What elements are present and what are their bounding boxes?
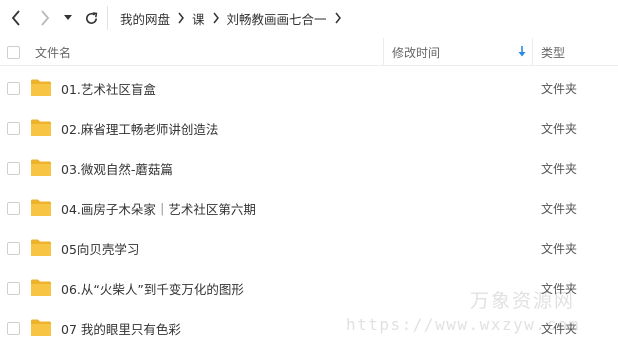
file-type: 文件夹 [541,241,578,256]
file-row[interactable]: 03.微观自然-蘑菇篇 文件夹 [0,148,618,188]
forward-button[interactable] [33,6,57,30]
breadcrumb-item-root[interactable]: 我的网盘 [120,9,170,28]
file-row[interactable]: 05向贝壳学习 文件夹 [0,228,618,268]
file-type: 文件夹 [541,121,578,136]
folder-icon [31,159,51,176]
chevron-right-icon [212,12,220,24]
file-name[interactable]: 02.麻省理工畅老师讲创造法 [61,108,218,148]
row-checkbox[interactable] [7,282,20,295]
row-checkbox[interactable] [7,82,20,95]
folder-icon [31,79,51,96]
file-name[interactable]: 01.艺术社区盲盒 [61,68,156,108]
refresh-icon [85,11,97,24]
chevron-right-icon[interactable] [334,12,342,24]
file-type: 文件夹 [541,81,578,96]
file-name[interactable]: 06.从“火柴人”到千变万化的图形 [61,268,244,308]
breadcrumb: 我的网盘 课 刘畅教画画七合一 [120,0,349,36]
column-header-modified[interactable]: 修改时间 [392,38,530,66]
refresh-button[interactable] [79,6,103,30]
file-name[interactable]: 07 我的眼里只有色彩 [61,308,181,348]
row-checkbox[interactable] [7,242,20,255]
file-type: 文件夹 [541,161,578,176]
breadcrumb-item-course[interactable]: 课 [192,9,205,28]
column-header-name[interactable]: 文件名 [35,38,71,66]
column-header-type[interactable]: 类型 [541,38,565,66]
folder-icon [31,119,51,136]
file-list-header: 文件名 修改时间 类型 [0,38,618,66]
breadcrumb-item-current[interactable]: 刘畅教画画七合一 [227,9,327,28]
chevron-right-icon [177,12,185,24]
row-checkbox[interactable] [7,162,20,175]
file-type: 文件夹 [541,201,578,216]
select-all-checkbox[interactable] [7,46,20,59]
folder-icon [31,239,51,256]
watermark-title: 万象资源网 [470,290,576,312]
row-checkbox[interactable] [7,322,20,335]
folder-icon [31,279,51,296]
file-name[interactable]: 05向贝壳学习 [61,228,139,268]
toolbar: 我的网盘 课 刘畅教画画七合一 [0,0,618,36]
file-name[interactable]: 04.画房子木朵家｜艺术社区第六期 [61,188,256,228]
caret-down-icon [64,15,72,20]
watermark-url: https://www.wxzyw.com [346,315,580,334]
toolbar-divider [107,6,108,30]
row-checkbox[interactable] [7,122,20,135]
chevron-right-icon [41,10,50,26]
folder-icon [31,319,51,336]
column-divider[interactable] [383,38,384,66]
sort-descending-icon[interactable] [518,46,526,60]
file-row[interactable]: 02.麻省理工畅老师讲创造法 文件夹 [0,108,618,148]
column-divider[interactable] [532,38,533,66]
chevron-left-icon [11,10,20,26]
file-row[interactable]: 01.艺术社区盲盒 文件夹 [0,68,618,108]
file-row[interactable]: 04.画房子木朵家｜艺术社区第六期 文件夹 [0,188,618,228]
file-name[interactable]: 03.微观自然-蘑菇篇 [61,148,173,188]
folder-icon [31,199,51,216]
back-button[interactable] [4,6,28,30]
history-dropdown-button[interactable] [61,6,75,30]
row-checkbox[interactable] [7,202,20,215]
